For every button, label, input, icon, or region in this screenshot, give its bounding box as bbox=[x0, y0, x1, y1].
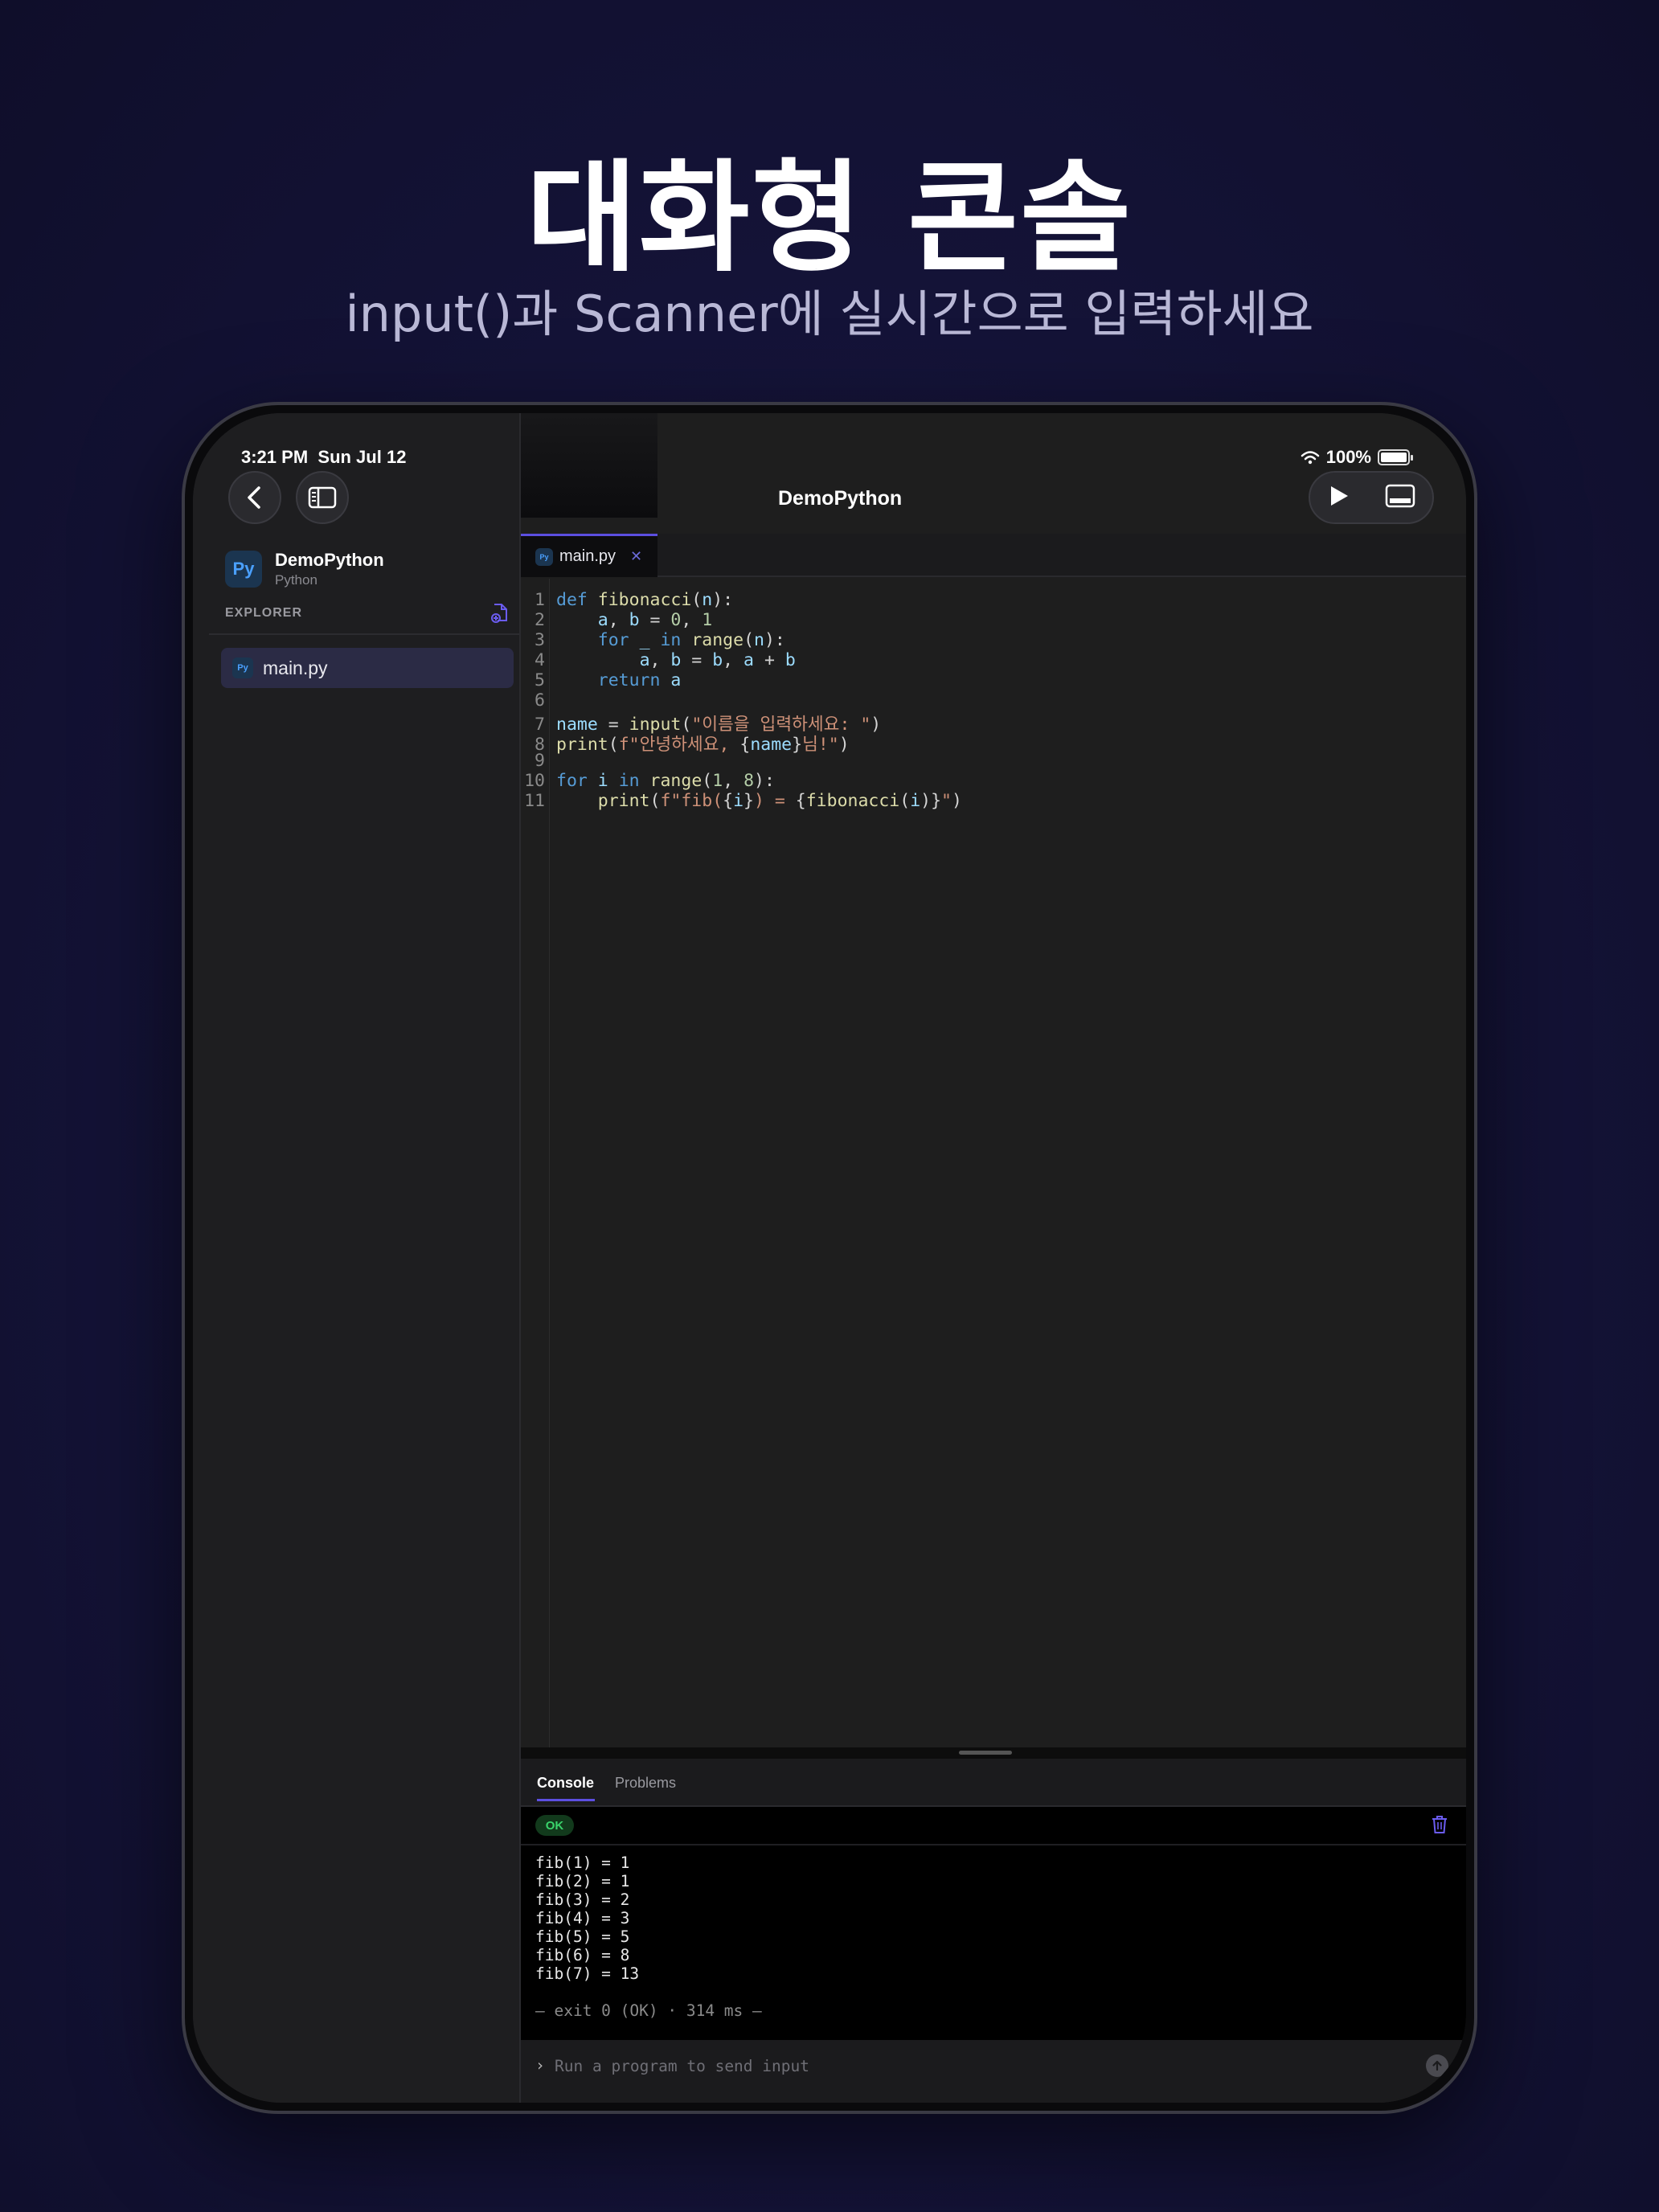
python-file-icon: Py bbox=[232, 657, 253, 678]
console-output: fib(1) = 1 fib(2) = 1 fib(3) = 2 fib(4) … bbox=[521, 1845, 1466, 2040]
hero-title: 대화형 콘솔 bbox=[526, 149, 1133, 289]
console-line: fib(2) = 1 bbox=[535, 1872, 630, 1890]
run-button[interactable] bbox=[1328, 484, 1350, 512]
sidebar-toggle-icon bbox=[308, 486, 337, 509]
tablet-frame: 3:21 PM Sun Jul 12 Py DemoPython Python … bbox=[182, 402, 1477, 2114]
play-icon bbox=[1330, 485, 1348, 506]
exit-status-line: — exit 0 (OK) · 314 ms — bbox=[535, 2001, 762, 2020]
status-date: Sun Jul 12 bbox=[317, 447, 407, 467]
project-language: Python bbox=[275, 572, 317, 588]
code-line: 4 a, b = b, a + b bbox=[535, 650, 796, 670]
console-line: fib(3) = 2 bbox=[535, 1890, 630, 1909]
console-line: fib(6) = 8 bbox=[535, 1946, 630, 1964]
sidebar-item-label: main.py bbox=[263, 657, 328, 678]
new-file-button[interactable] bbox=[490, 603, 510, 628]
console-input[interactable] bbox=[555, 2051, 1278, 2080]
status-time-value: 3:21 PM bbox=[241, 447, 309, 467]
sidebar-toggle-button[interactable] bbox=[296, 471, 349, 524]
send-icon bbox=[1432, 2060, 1442, 2071]
trash-icon bbox=[1432, 1816, 1447, 1833]
sidebar-item-main-py[interactable]: Py main.py bbox=[221, 648, 514, 688]
project-name: DemoPython bbox=[275, 550, 384, 570]
sidebar-divider bbox=[209, 633, 519, 635]
tab-strip-backdrop bbox=[521, 413, 657, 518]
toolbar-actions bbox=[1309, 471, 1434, 524]
console-line: fib(4) = 3 bbox=[535, 1909, 630, 1927]
console-line: fib(7) = 13 bbox=[535, 1964, 640, 1983]
sidebar: 3:21 PM Sun Jul 12 Py DemoPython Python … bbox=[193, 413, 521, 2103]
code-line: 2 a, b = 0, 1 bbox=[535, 610, 713, 630]
console-header: OK bbox=[521, 1807, 1466, 1845]
code-line: 8 print(f"안녕하세요, {name}님!") bbox=[535, 735, 850, 755]
main-area: DemoPython 100% Py main.py ✕ 1 def fibon… bbox=[521, 413, 1466, 2103]
hero-subtitle: input()과 Scanner에 실시간으로 입력하세요 bbox=[345, 285, 1314, 343]
back-button[interactable] bbox=[228, 471, 281, 524]
panel-toggle-icon bbox=[1385, 484, 1415, 507]
python-icon: Py bbox=[225, 551, 262, 588]
input-prompt: › bbox=[535, 2056, 545, 2075]
code-line: 5 return a bbox=[535, 670, 682, 690]
status-time: 3:21 PM Sun Jul 12 bbox=[241, 447, 406, 468]
status-indicators: 100% bbox=[1301, 447, 1413, 468]
panel-tabs: Console Problems bbox=[521, 1759, 1466, 1807]
tab-label: main.py bbox=[559, 547, 616, 565]
code-line: 1 def fibonacci(n): bbox=[535, 590, 734, 610]
tab-problems[interactable]: Problems bbox=[615, 1775, 676, 1792]
status-badge: OK bbox=[535, 1815, 574, 1836]
battery-percent: 100% bbox=[1325, 447, 1371, 467]
console-line: fib(1) = 1 bbox=[535, 1854, 630, 1872]
back-icon bbox=[248, 486, 260, 509]
tab-console[interactable]: Console bbox=[537, 1775, 594, 1792]
console-line: fib(5) = 5 bbox=[535, 1927, 630, 1946]
python-file-icon: Py bbox=[535, 547, 553, 566]
active-tab-indicator bbox=[537, 1799, 595, 1801]
code-line: 3 for _ in range(n): bbox=[535, 630, 785, 650]
page-title: DemoPython bbox=[778, 487, 903, 510]
code-line: 10 for i in range(1, 8): bbox=[524, 771, 775, 791]
code-line: 11 print(f"fib({i}) = {fibonacci(i)}") bbox=[524, 791, 962, 811]
clear-console-button[interactable] bbox=[1431, 1815, 1448, 1838]
code-line: 7 name = input("이름을 입력하세요: ") bbox=[535, 715, 882, 735]
tab-main-py[interactable]: Py main.py ✕ bbox=[521, 534, 657, 577]
panel-resize-handle[interactable] bbox=[521, 1747, 1466, 1759]
wifi-icon bbox=[1301, 451, 1319, 465]
send-button[interactable] bbox=[1426, 2054, 1448, 2077]
drag-handle[interactable] bbox=[959, 1751, 1012, 1755]
console-input-bar: › bbox=[521, 2040, 1466, 2103]
editor-tabbar: Py main.py ✕ bbox=[521, 534, 1466, 577]
close-icon[interactable]: ✕ bbox=[630, 548, 642, 565]
battery-icon bbox=[1378, 449, 1413, 465]
code-line: 9 bbox=[535, 751, 545, 771]
explorer-label: EXPLORER bbox=[225, 606, 303, 620]
code-line: 6 bbox=[535, 690, 545, 711]
code-editor[interactable]: 1 def fibonacci(n): 2 a, b = 0, 1 3 for _… bbox=[521, 579, 1466, 1747]
project-header: Py DemoPython Python bbox=[225, 550, 384, 588]
new-file-icon bbox=[491, 604, 507, 623]
panel-toggle-button[interactable] bbox=[1385, 484, 1415, 512]
app-screen: 3:21 PM Sun Jul 12 Py DemoPython Python … bbox=[193, 413, 1466, 2103]
